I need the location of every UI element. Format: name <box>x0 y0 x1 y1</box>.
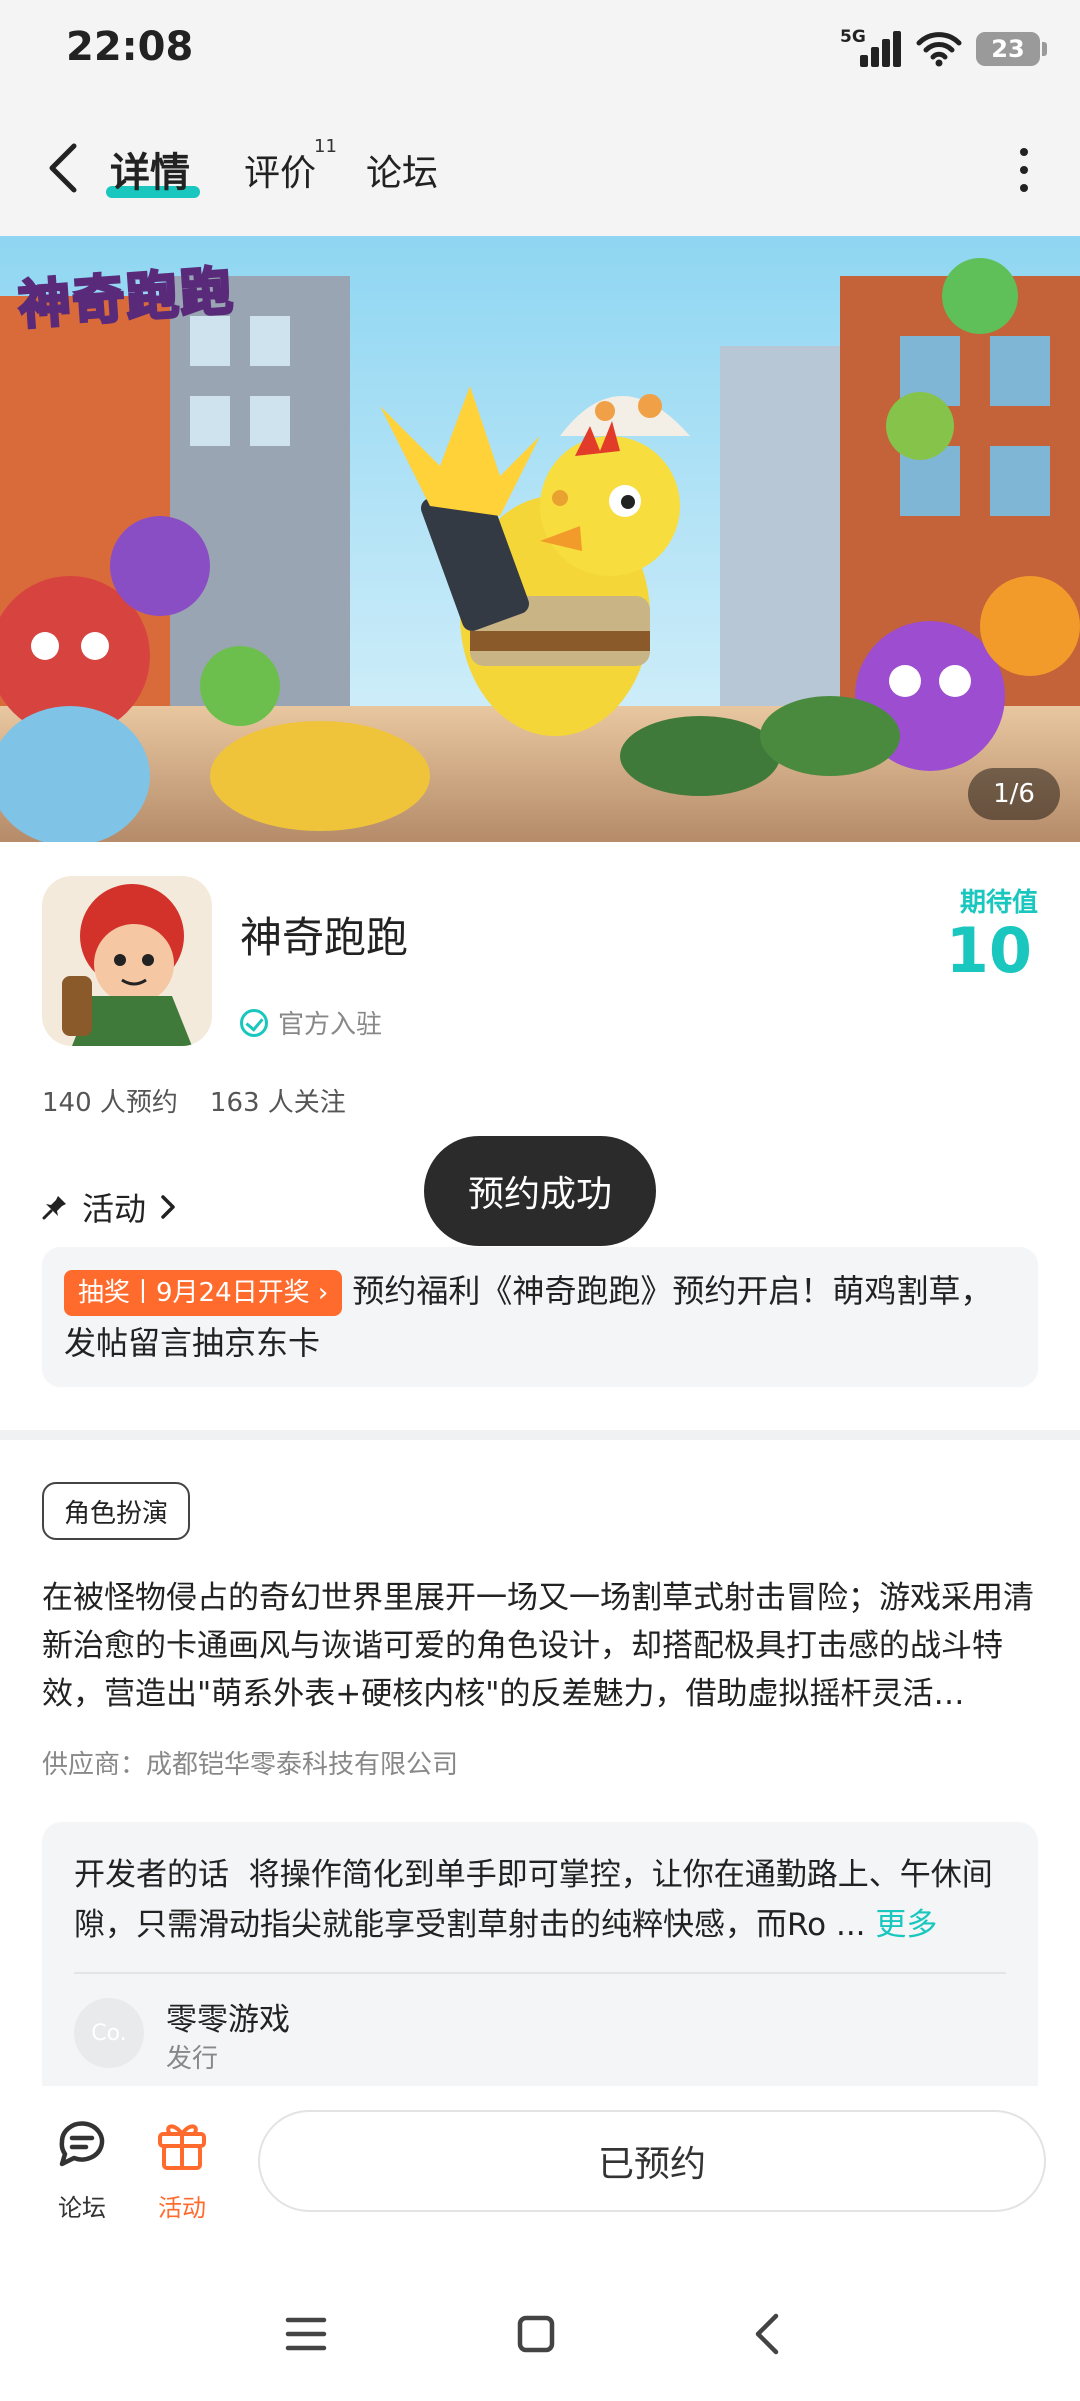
cellular-signal-icon: 5G <box>840 27 902 71</box>
app-icon <box>42 876 212 1046</box>
wifi-icon <box>916 32 962 67</box>
system-navigation-bar <box>0 2266 1080 2401</box>
more-link[interactable]: 更多 <box>875 1907 937 1943</box>
chevron-right-icon <box>161 1195 175 1219</box>
activity-button[interactable]: 活动 <box>142 2116 222 2223</box>
tab-details[interactable]: 详情 <box>110 140 190 198</box>
forum-button[interactable]: 论坛 <box>42 2116 122 2223</box>
genre-tag[interactable]: 角色扮演 <box>42 1482 191 1540</box>
status-bar: 22:08 5G 23 <box>0 0 1080 100</box>
back-arrow-icon[interactable] <box>40 140 88 196</box>
publisher-role: 发行 <box>166 2044 219 2074</box>
pin-icon <box>42 1196 66 1220</box>
reservation-count: 140 人预约 <box>42 1088 178 1118</box>
gift-icon <box>158 2124 206 2170</box>
developer-notes: 开发者的话 将操作简化到单手即可掌控，让你在通勤路上、午休间隙，只需滑动指尖就能… <box>74 1857 993 1943</box>
bottom-action-bar: 论坛 活动 已预约 <box>0 2086 1080 2266</box>
game-logo: 神奇跑跑 <box>15 260 238 338</box>
battery-icon: 23 <box>976 32 1047 66</box>
reviews-count-badge: 11 <box>314 136 337 157</box>
app-info-section: 神奇跑跑 官方入驻 期待值 10 140 人预约 163 人关注 活动 抽奖丨9… <box>0 842 1080 1430</box>
app-name: 神奇跑跑 <box>240 913 409 962</box>
developer-card-divider <box>74 1972 1006 1974</box>
verified-check-icon <box>240 1008 268 1037</box>
status-icons: 5G 23 <box>840 24 1047 74</box>
tab-reviews[interactable]: 评价 <box>244 144 316 196</box>
back-icon[interactable] <box>740 2306 796 2362</box>
supplier-info: 供应商：成都铠华零泰科技有限公司 <box>42 1750 459 1780</box>
more-options-button[interactable] <box>1018 148 1030 192</box>
toast-message: 预约成功 <box>424 1136 656 1246</box>
publisher-name[interactable]: 零零游戏 <box>166 1994 290 2039</box>
stats-row: 140 人预约 163 人关注 <box>42 1082 346 1119</box>
description-section: 角色扮演 在被怪物侵占的奇幻世界里展开一场又一场割草式射击冒险；游戏采用清新治愈… <box>0 1440 1080 2100</box>
home-square-icon[interactable] <box>508 2306 564 2362</box>
publisher-avatar[interactable]: Co. <box>74 1998 144 2068</box>
tab-forum[interactable]: 论坛 <box>366 144 438 196</box>
status-time: 22:08 <box>66 24 194 70</box>
top-navigation: 详情 评价 11 论坛 <box>0 100 1080 236</box>
expectation-value: 10 <box>945 914 1032 987</box>
follower-count: 163 人关注 <box>209 1088 346 1118</box>
activity-card[interactable]: 抽奖丨9月24日开奖 › 预约福利《神奇跑跑》预约开启！萌鸡割草，发帖留言抽京东卡 <box>42 1247 1038 1387</box>
game-description[interactable]: 在被怪物侵占的奇幻世界里展开一场又一场割草式射击冒险；游戏采用清新治愈的卡通画风… <box>42 1574 1038 1718</box>
forum-chat-icon <box>59 2121 105 2167</box>
menu-icon[interactable] <box>278 2306 334 2362</box>
developer-notes-card[interactable]: 开发者的话 将操作简化到单手即可掌控，让你在通勤路上、午休间隙，只需滑动指尖就能… <box>42 1822 1038 2100</box>
banner-carousel[interactable]: 神奇跑跑 1/6 <box>0 236 1080 842</box>
official-verified-badge: 官方入驻 <box>240 1004 382 1041</box>
section-divider <box>0 1430 1080 1440</box>
activity-section-header[interactable]: 活动 <box>42 1184 176 1230</box>
lottery-tag: 抽奖丨9月24日开奖 › <box>64 1270 343 1316</box>
reserved-button[interactable]: 已预约 <box>258 2110 1046 2212</box>
carousel-page-indicator: 1/6 <box>968 768 1060 820</box>
